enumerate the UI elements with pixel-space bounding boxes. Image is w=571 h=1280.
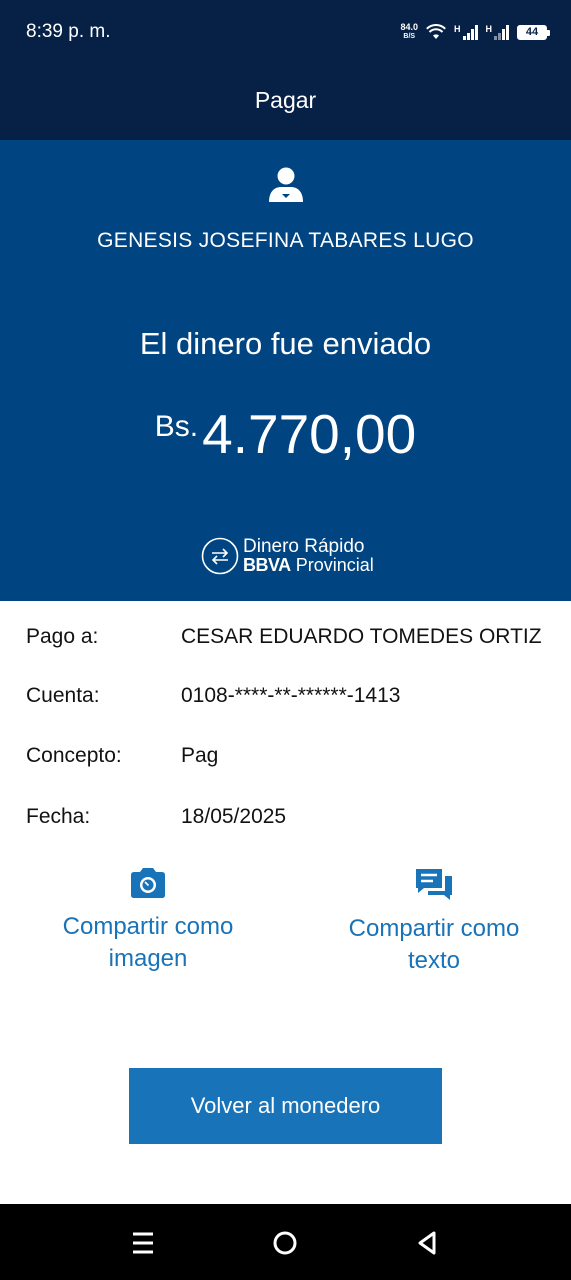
share-text-label-1: Compartir como (348, 915, 520, 942)
back-to-wallet-button[interactable]: Volver al monedero (129, 1068, 442, 1144)
camera-icon (131, 868, 165, 898)
system-nav-bar (0, 1204, 571, 1280)
brand-bold: BBVA (243, 555, 291, 575)
wifi-icon (426, 24, 446, 39)
transfer-icon (201, 537, 239, 575)
signal-label: H (485, 24, 493, 34)
detail-row-concept: Concepto: Pag (0, 744, 571, 784)
network-speed-value: 84.0 (400, 22, 418, 32)
share-as-text-button[interactable]: Compartir como texto (322, 867, 546, 977)
signal-icon: H (485, 24, 509, 40)
recipient-name: GENESIS JOSEFINA TABARES LUGO (97, 229, 474, 252)
status-icons: 84.0 B/S H H 44 (400, 18, 550, 46)
brand-subtitle: BBVA Provincial (243, 556, 374, 575)
home-icon[interactable] (270, 1228, 300, 1258)
detail-value: Pag (181, 744, 219, 767)
signal-icon: H (454, 24, 478, 40)
detail-value: 0108-****-**-******-1413 (181, 684, 401, 707)
brand-logo: Dinero Rápido BBVA Provincial (201, 537, 374, 575)
amount-value: 4.770,00 (202, 403, 417, 465)
share-image-label-1: Compartir como (62, 913, 234, 940)
detail-label: Cuenta: (26, 684, 100, 707)
brand-name: Dinero Rápido (243, 536, 365, 557)
detail-value: CESAR EDUARDO TOMEDES ORTIZ (181, 625, 542, 648)
detail-value: 18/05/2025 (181, 805, 287, 828)
back-icon[interactable] (412, 1228, 442, 1258)
detail-row-date: Fecha: 18/05/2025 (0, 805, 571, 845)
detail-row-recipient: Pago a: CESAR EDUARDO TOMEDES ORTIZ (0, 625, 571, 665)
page-title: Pagar (254, 87, 317, 113)
brand-rest: Provincial (295, 555, 374, 575)
menu-icon[interactable] (128, 1228, 158, 1258)
amount: Bs. 4.770,00 (0, 402, 571, 466)
detail-label: Pago a: (26, 625, 99, 648)
currency-symbol: Bs. (154, 410, 199, 443)
detail-label: Concepto: (26, 744, 122, 767)
network-speed: 84.0 B/S (400, 23, 418, 41)
battery-icon: 44 (517, 24, 550, 40)
signal-label: H (454, 24, 461, 34)
payment-summary: GENESIS JOSEFINA TABARES LUGO El dinero … (0, 140, 571, 601)
network-speed-unit: B/S (403, 33, 416, 40)
status-bar: 8:39 p. m. 84.0 B/S H H 44 (0, 0, 571, 62)
user-icon (269, 167, 303, 202)
share-image-label-2: imagen (108, 945, 188, 972)
detail-row-account: Cuenta: 0108-****-**-******-1413 (0, 684, 571, 724)
status-time: 8:39 p. m. (26, 21, 111, 42)
success-message: El dinero fue enviado (139, 326, 432, 361)
share-text-label-2: texto (407, 947, 461, 974)
share-as-image-button[interactable]: Compartir como imagen (36, 867, 260, 975)
chat-icon (416, 869, 452, 900)
app-header: Pagar (0, 62, 571, 140)
battery-level: 44 (523, 26, 541, 38)
detail-label: Fecha: (26, 805, 91, 828)
